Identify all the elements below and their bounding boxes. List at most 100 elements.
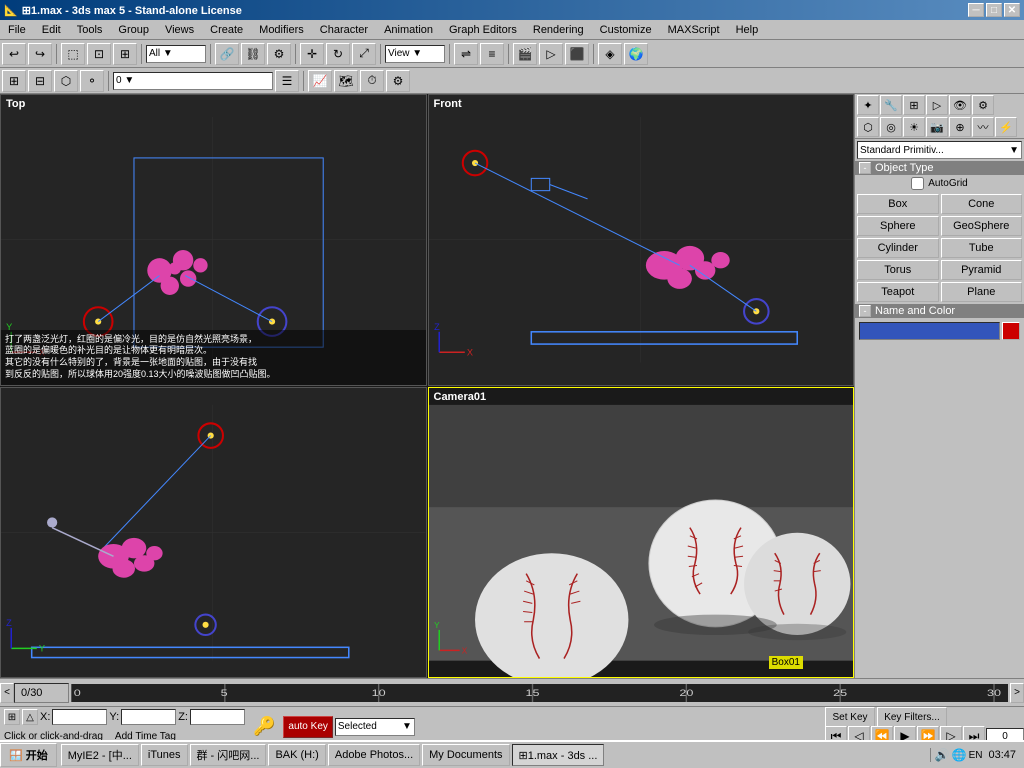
taskbar-mydocs[interactable]: My Documents [422, 744, 509, 766]
menu-rendering[interactable]: Rendering [525, 22, 592, 38]
taskbar-itunes[interactable]: iTunes [141, 744, 188, 766]
create-icon[interactable]: ✦ [857, 95, 879, 115]
menu-maxscript[interactable]: MAXScript [660, 22, 728, 38]
environment-button[interactable]: 🌍 [624, 43, 648, 65]
menu-graph-editors[interactable]: Graph Editors [441, 22, 525, 38]
z-input[interactable] [190, 709, 245, 725]
box-button[interactable]: Box [857, 194, 939, 214]
undo-button[interactable]: ↩ [2, 43, 26, 65]
selected-dropdown[interactable]: Selected ▼ [335, 718, 415, 736]
viewport-top[interactable]: Top [0, 94, 427, 386]
teapot-button[interactable]: Teapot [857, 282, 939, 302]
snap-toggle-button[interactable]: ⊞ [2, 70, 26, 92]
layer-btn[interactable]: ☰ [275, 70, 299, 92]
select-rotate-button[interactable]: ↻ [326, 43, 350, 65]
menu-group[interactable]: Group [110, 22, 157, 38]
name-color-collapse[interactable]: - [859, 305, 871, 317]
geosphere-button[interactable]: GeoSphere [941, 216, 1023, 236]
named-selection-dropdown[interactable]: All ▼ [146, 45, 206, 63]
select-move-button[interactable]: ✛ [300, 43, 324, 65]
taskbar-flash[interactable]: 群 - 闪吧网... [190, 744, 267, 766]
start-button[interactable]: 🪟 开始 [0, 743, 57, 767]
align-button[interactable]: ≡ [480, 43, 504, 65]
unlink-button[interactable]: ⛓ [241, 43, 265, 65]
schematic-button[interactable]: 🗺 [334, 70, 358, 92]
y-input[interactable] [121, 709, 176, 725]
reference-coord-dropdown[interactable]: View ▼ [385, 45, 445, 63]
redo-button[interactable]: ↪ [28, 43, 52, 65]
minimize-button[interactable]: ─ [968, 3, 984, 17]
cone-button[interactable]: Cone [941, 194, 1023, 214]
set-key-button[interactable]: Set Key [825, 707, 875, 727]
viewport-camera[interactable]: Camera01 [428, 387, 855, 679]
grid-snap-icon[interactable]: ⊞ [4, 709, 20, 725]
x-input[interactable] [52, 709, 107, 725]
timeline-prev-button[interactable]: < [0, 683, 14, 703]
curve-editor-button[interactable]: 📈 [308, 70, 332, 92]
snap-hier-button[interactable]: ⚬ [80, 70, 104, 92]
close-button[interactable]: ✕ [1004, 3, 1020, 17]
autogrid-checkbox[interactable] [911, 177, 924, 190]
select-window-button[interactable]: ⊞ [113, 43, 137, 65]
angle-snap-icon[interactable]: △ [22, 709, 38, 725]
render-scene-button[interactable]: 🎬 [513, 43, 537, 65]
sphere-button[interactable]: Sphere [857, 216, 939, 236]
shapes-icon[interactable]: ◎ [880, 117, 902, 137]
color-swatch[interactable] [1002, 322, 1020, 340]
quick-render-button[interactable]: ▷ [539, 43, 563, 65]
systems-icon[interactable]: ⚡ [995, 117, 1017, 137]
menu-customize[interactable]: Customize [592, 22, 660, 38]
menu-character[interactable]: Character [312, 22, 376, 38]
object-type-collapse[interactable]: - [859, 162, 871, 174]
taskbar-3dsmax[interactable]: ⊞1.max - 3ds ... [512, 744, 605, 766]
taskbar-photoshop[interactable]: Adobe Photos... [328, 744, 420, 766]
timeline-next-button[interactable]: > [1010, 683, 1024, 703]
auto-key-button[interactable]: auto Key [283, 716, 332, 738]
link-button[interactable]: 🔗 [215, 43, 239, 65]
display-icon[interactable]: 👁 [949, 95, 971, 115]
menu-tools[interactable]: Tools [69, 22, 111, 38]
cylinder-button[interactable]: Cylinder [857, 238, 939, 258]
torus-button[interactable]: Torus [857, 260, 939, 280]
track-btn[interactable]: ⏱ [360, 70, 384, 92]
select-object-button[interactable]: ⬚ [61, 43, 85, 65]
motion-icon[interactable]: ▷ [926, 95, 948, 115]
maximize-button[interactable]: □ [986, 3, 1002, 17]
viewport-front[interactable]: Front [428, 94, 855, 386]
hierarchy-icon[interactable]: ⊞ [903, 95, 925, 115]
modify-icon[interactable]: 🔧 [880, 95, 902, 115]
render-type-button[interactable]: ⬛ [565, 43, 589, 65]
snap2d-button[interactable]: ⊟ [28, 70, 52, 92]
menu-help[interactable]: Help [728, 22, 767, 38]
key-lock-icon[interactable]: 🔑 [253, 716, 275, 737]
bind-button[interactable]: ⚙ [267, 43, 291, 65]
select-region-button[interactable]: ⊡ [87, 43, 111, 65]
select-scale-button[interactable]: ⤢ [352, 43, 376, 65]
plane-button[interactable]: Plane [941, 282, 1023, 302]
lights-icon[interactable]: ☀ [903, 117, 925, 137]
menu-modifiers[interactable]: Modifiers [251, 22, 312, 38]
snap-obj-button[interactable]: ⬡ [54, 70, 78, 92]
tube-button[interactable]: Tube [941, 238, 1023, 258]
name-input[interactable] [859, 322, 1000, 340]
cameras-icon[interactable]: 📷 [926, 117, 948, 137]
key-filters-button[interactable]: Key Filters... [877, 707, 947, 727]
menu-edit[interactable]: Edit [34, 22, 69, 38]
menu-file[interactable]: File [0, 22, 34, 38]
taskbar-myie2[interactable]: MyIE2 - [中... [61, 744, 139, 766]
viewport-left[interactable]: Left [0, 387, 427, 679]
menu-animation[interactable]: Animation [376, 22, 441, 38]
mirror-button[interactable]: ⇌ [454, 43, 478, 65]
config-btn[interactable]: ⚙ [386, 70, 410, 92]
layer-dropdown[interactable]: 0 ▼ [113, 72, 273, 90]
menu-create[interactable]: Create [202, 22, 251, 38]
taskbar-bak[interactable]: BAK (H:) [268, 744, 325, 766]
menu-views[interactable]: Views [157, 22, 202, 38]
spacewarps-icon[interactable]: 〰 [972, 117, 994, 137]
material-editor-button[interactable]: ◈ [598, 43, 622, 65]
primitives-dropdown[interactable]: Standard Primitiv... ▼ [857, 141, 1022, 159]
timeline-track[interactable]: 0 5 10 15 20 25 30 [71, 684, 1008, 702]
pyramid-button[interactable]: Pyramid [941, 260, 1023, 280]
geometry-icon[interactable]: ⬡ [857, 117, 879, 137]
utilities-icon[interactable]: ⚙ [972, 95, 994, 115]
